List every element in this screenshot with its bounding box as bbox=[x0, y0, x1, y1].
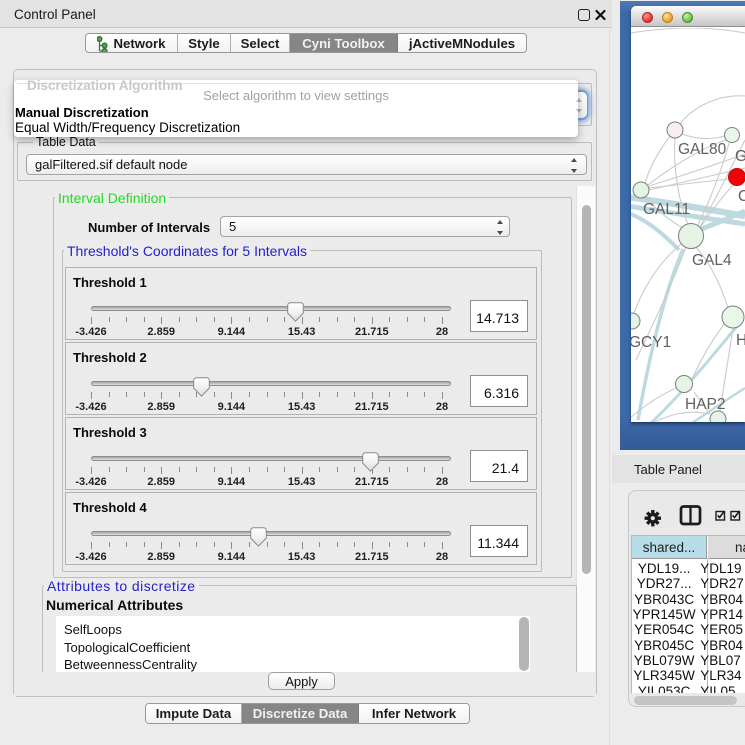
svg-text:GAL80: GAL80 bbox=[678, 141, 727, 158]
svg-text:GCY1: GCY1 bbox=[631, 334, 671, 351]
svg-text:HAP2: HAP2 bbox=[685, 396, 726, 413]
svg-text:GAL11: GAL11 bbox=[643, 201, 690, 218]
svg-text:H: H bbox=[736, 332, 745, 349]
svg-text:G: G bbox=[735, 148, 745, 165]
svg-text:GAL4: GAL4 bbox=[692, 252, 732, 269]
svg-text:C: C bbox=[738, 188, 745, 205]
